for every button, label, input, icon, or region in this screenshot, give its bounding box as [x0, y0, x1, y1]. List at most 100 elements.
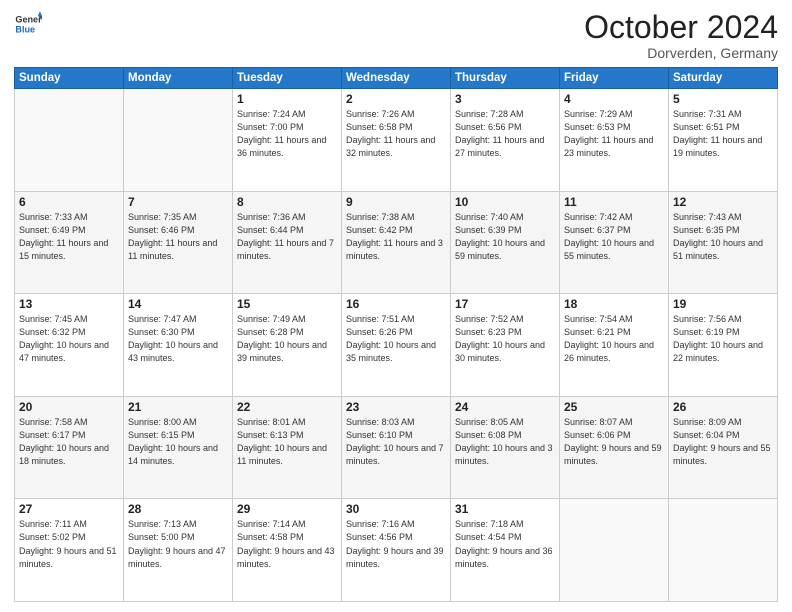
- day-cell: 5 Sunrise: 7:31 AM Sunset: 6:51 PM Daylig…: [669, 89, 778, 192]
- weekday-header-thursday: Thursday: [451, 68, 560, 89]
- logo: General Blue: [14, 10, 42, 38]
- day-cell: 10Sunrise: 7:40 AM Sunset: 6:39 PM Dayli…: [451, 191, 560, 294]
- day-info: Sunrise: 7:51 AM Sunset: 6:26 PM Dayligh…: [346, 313, 446, 365]
- day-info: Sunrise: 7:14 AM Sunset: 4:58 PM Dayligh…: [237, 518, 337, 570]
- day-cell: 1 Sunrise: 7:24 AM Sunset: 7:00 PM Daylig…: [233, 89, 342, 192]
- location: Dorverden, Germany: [584, 45, 778, 61]
- day-cell: 13Sunrise: 7:45 AM Sunset: 6:32 PM Dayli…: [15, 294, 124, 397]
- day-info: Sunrise: 7:11 AM Sunset: 5:02 PM Dayligh…: [19, 518, 119, 570]
- day-number: 11: [564, 195, 664, 209]
- day-cell: 12 Sunrise: 7:43 AM Sunset: 6:35 PM Dayli…: [669, 191, 778, 294]
- day-cell: 21 Sunrise: 8:00 AM Sunset: 6:15 PM Dayli…: [124, 396, 233, 499]
- day-info: Sunrise: 7:58 AM Sunset: 6:17 PM Dayligh…: [19, 416, 119, 468]
- day-cell: 9Sunrise: 7:38 AM Sunset: 6:42 PM Daylig…: [342, 191, 451, 294]
- day-info: Sunrise: 7:33 AM Sunset: 6:49 PM Dayligh…: [19, 211, 119, 263]
- day-number: 25: [564, 400, 664, 414]
- day-info: Sunrise: 7:16 AM Sunset: 4:56 PM Dayligh…: [346, 518, 446, 570]
- day-cell: 6 Sunrise: 7:33 AM Sunset: 6:49 PM Daylig…: [15, 191, 124, 294]
- title-area: October 2024 Dorverden, Germany: [584, 10, 778, 61]
- day-number: 14: [128, 297, 228, 311]
- day-info: Sunrise: 8:03 AM Sunset: 6:10 PM Dayligh…: [346, 416, 446, 468]
- weekday-header-row: SundayMondayTuesdayWednesdayThursdayFrid…: [15, 68, 778, 89]
- day-cell: 27 Sunrise: 7:11 AM Sunset: 5:02 PM Dayli…: [15, 499, 124, 602]
- header: General Blue October 2024 Dorverden, Ger…: [14, 10, 778, 61]
- day-cell: 7 Sunrise: 7:35 AM Sunset: 6:46 PM Daylig…: [124, 191, 233, 294]
- day-number: 16: [346, 297, 446, 311]
- day-cell: 25Sunrise: 8:07 AM Sunset: 6:06 PM Dayli…: [560, 396, 669, 499]
- day-number: 26: [673, 400, 773, 414]
- weekday-header-saturday: Saturday: [669, 68, 778, 89]
- weekday-header-monday: Monday: [124, 68, 233, 89]
- week-row-4: 20 Sunrise: 7:58 AM Sunset: 6:17 PM Dayli…: [15, 396, 778, 499]
- day-number: 23: [346, 400, 446, 414]
- week-row-2: 6 Sunrise: 7:33 AM Sunset: 6:49 PM Daylig…: [15, 191, 778, 294]
- day-number: 2: [346, 92, 446, 106]
- day-cell: 28Sunrise: 7:13 AM Sunset: 5:00 PM Dayli…: [124, 499, 233, 602]
- day-info: Sunrise: 7:31 AM Sunset: 6:51 PM Dayligh…: [673, 108, 773, 160]
- day-cell: 15 Sunrise: 7:49 AM Sunset: 6:28 PM Dayli…: [233, 294, 342, 397]
- day-number: 29: [237, 502, 337, 516]
- day-cell: [669, 499, 778, 602]
- day-info: Sunrise: 7:49 AM Sunset: 6:28 PM Dayligh…: [237, 313, 337, 365]
- day-number: 6: [19, 195, 119, 209]
- calendar-page: General Blue October 2024 Dorverden, Ger…: [0, 0, 792, 612]
- day-number: 5: [673, 92, 773, 106]
- day-info: Sunrise: 8:05 AM Sunset: 6:08 PM Dayligh…: [455, 416, 555, 468]
- day-cell: [15, 89, 124, 192]
- day-cell: 16 Sunrise: 7:51 AM Sunset: 6:26 PM Dayli…: [342, 294, 451, 397]
- day-info: Sunrise: 8:00 AM Sunset: 6:15 PM Dayligh…: [128, 416, 228, 468]
- day-number: 17: [455, 297, 555, 311]
- day-number: 30: [346, 502, 446, 516]
- day-info: Sunrise: 7:29 AM Sunset: 6:53 PM Dayligh…: [564, 108, 664, 160]
- week-row-1: 1 Sunrise: 7:24 AM Sunset: 7:00 PM Daylig…: [15, 89, 778, 192]
- day-cell: 3Sunrise: 7:28 AM Sunset: 6:56 PM Daylig…: [451, 89, 560, 192]
- day-info: Sunrise: 7:54 AM Sunset: 6:21 PM Dayligh…: [564, 313, 664, 365]
- day-number: 4: [564, 92, 664, 106]
- day-info: Sunrise: 7:43 AM Sunset: 6:35 PM Dayligh…: [673, 211, 773, 263]
- week-row-3: 13Sunrise: 7:45 AM Sunset: 6:32 PM Dayli…: [15, 294, 778, 397]
- day-cell: 4 Sunrise: 7:29 AM Sunset: 6:53 PM Daylig…: [560, 89, 669, 192]
- day-cell: 31Sunrise: 7:18 AM Sunset: 4:54 PM Dayli…: [451, 499, 560, 602]
- weekday-header-wednesday: Wednesday: [342, 68, 451, 89]
- day-cell: 20 Sunrise: 7:58 AM Sunset: 6:17 PM Dayli…: [15, 396, 124, 499]
- calendar-table: SundayMondayTuesdayWednesdayThursdayFrid…: [14, 67, 778, 602]
- day-info: Sunrise: 7:47 AM Sunset: 6:30 PM Dayligh…: [128, 313, 228, 365]
- day-cell: 22Sunrise: 8:01 AM Sunset: 6:13 PM Dayli…: [233, 396, 342, 499]
- day-cell: 24 Sunrise: 8:05 AM Sunset: 6:08 PM Dayli…: [451, 396, 560, 499]
- day-info: Sunrise: 7:40 AM Sunset: 6:39 PM Dayligh…: [455, 211, 555, 263]
- day-number: 12: [673, 195, 773, 209]
- day-info: Sunrise: 7:35 AM Sunset: 6:46 PM Dayligh…: [128, 211, 228, 263]
- week-row-5: 27 Sunrise: 7:11 AM Sunset: 5:02 PM Dayli…: [15, 499, 778, 602]
- calendar-header: SundayMondayTuesdayWednesdayThursdayFrid…: [15, 68, 778, 89]
- svg-text:General: General: [15, 15, 42, 25]
- day-number: 7: [128, 195, 228, 209]
- day-number: 20: [19, 400, 119, 414]
- day-number: 21: [128, 400, 228, 414]
- day-number: 24: [455, 400, 555, 414]
- day-number: 1: [237, 92, 337, 106]
- day-info: Sunrise: 7:52 AM Sunset: 6:23 PM Dayligh…: [455, 313, 555, 365]
- day-cell: 17 Sunrise: 7:52 AM Sunset: 6:23 PM Dayli…: [451, 294, 560, 397]
- day-info: Sunrise: 7:45 AM Sunset: 6:32 PM Dayligh…: [19, 313, 119, 365]
- day-info: Sunrise: 7:13 AM Sunset: 5:00 PM Dayligh…: [128, 518, 228, 570]
- day-cell: 26Sunrise: 8:09 AM Sunset: 6:04 PM Dayli…: [669, 396, 778, 499]
- day-cell: 11Sunrise: 7:42 AM Sunset: 6:37 PM Dayli…: [560, 191, 669, 294]
- day-info: Sunrise: 7:26 AM Sunset: 6:58 PM Dayligh…: [346, 108, 446, 160]
- day-number: 8: [237, 195, 337, 209]
- day-cell: 8 Sunrise: 7:36 AM Sunset: 6:44 PM Daylig…: [233, 191, 342, 294]
- day-cell: 29 Sunrise: 7:14 AM Sunset: 4:58 PM Dayli…: [233, 499, 342, 602]
- weekday-header-sunday: Sunday: [15, 68, 124, 89]
- day-info: Sunrise: 7:24 AM Sunset: 7:00 PM Dayligh…: [237, 108, 337, 160]
- weekday-header-friday: Friday: [560, 68, 669, 89]
- day-cell: 18Sunrise: 7:54 AM Sunset: 6:21 PM Dayli…: [560, 294, 669, 397]
- logo-icon: General Blue: [14, 10, 42, 38]
- day-cell: 23 Sunrise: 8:03 AM Sunset: 6:10 PM Dayli…: [342, 396, 451, 499]
- day-number: 31: [455, 502, 555, 516]
- day-number: 15: [237, 297, 337, 311]
- day-number: 27: [19, 502, 119, 516]
- day-number: 19: [673, 297, 773, 311]
- day-cell: [560, 499, 669, 602]
- day-info: Sunrise: 7:28 AM Sunset: 6:56 PM Dayligh…: [455, 108, 555, 160]
- weekday-header-tuesday: Tuesday: [233, 68, 342, 89]
- day-info: Sunrise: 7:36 AM Sunset: 6:44 PM Dayligh…: [237, 211, 337, 263]
